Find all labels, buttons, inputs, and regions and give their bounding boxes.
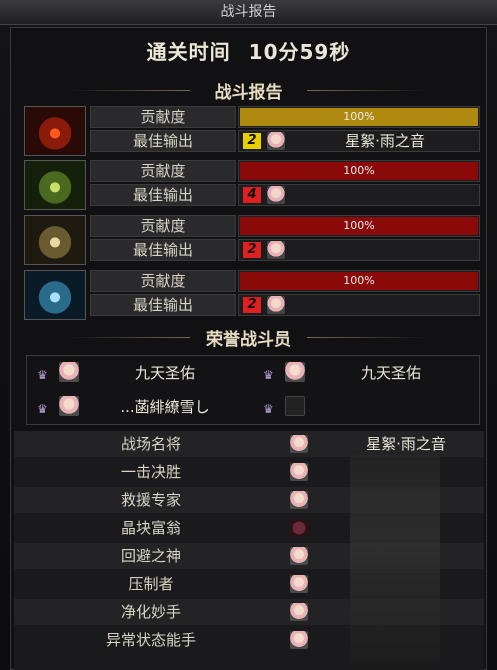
award-title: 战场名将 [120, 435, 181, 453]
player-avatar-icon [290, 631, 308, 649]
award-title: 压制者 [128, 575, 174, 593]
award-title: 一击决胜 [120, 463, 181, 481]
contribution-label: 贡献度 [90, 160, 236, 182]
contribution-label: 贡献度 [90, 215, 236, 237]
player-avatar-icon [290, 575, 308, 593]
clear-time: 通关时间 10分59秒 [0, 36, 497, 66]
contribution-text: 100% [343, 274, 375, 287]
player-avatar-icon [267, 132, 285, 150]
player-avatar-icon [267, 186, 285, 204]
girl-avatar-icon [59, 362, 79, 382]
award-title: 晶块富翁 [120, 519, 181, 537]
player-avatar-icon [290, 547, 308, 565]
contribution-label: 贡献度 [90, 270, 236, 292]
best-output-label: 最佳输出 [90, 130, 236, 152]
censored-area [350, 455, 440, 665]
best-output-player: 星絮·雨之音 [345, 132, 425, 150]
best-output-cell: 2 [238, 239, 480, 261]
player-avatar-icon [290, 603, 308, 621]
crown-icon: ♛ [37, 402, 48, 416]
contribution-bar: 100% [238, 270, 480, 292]
award-title: 净化妙手 [120, 603, 181, 621]
player-avatar-icon [290, 491, 308, 509]
honor-member[interactable]: ♛ [253, 390, 479, 424]
contribution-text: 100% [343, 164, 375, 177]
red-demon-icon [24, 106, 86, 156]
best-output-label: 最佳输出 [90, 184, 236, 206]
blue-demon-icon [24, 270, 86, 320]
rank-badge: 2 [243, 133, 261, 149]
best-output-label: 最佳输出 [90, 239, 236, 261]
award-title: 回避之神 [120, 547, 181, 565]
gold-demon-icon [24, 215, 86, 265]
award-row[interactable]: 战场名将 星絮·雨之音 [14, 431, 484, 457]
clear-time-label: 通关时间 [146, 40, 231, 64]
report-section-title: 战斗报告 [0, 78, 497, 103]
report-row: 贡献度 100% 最佳输出 4 [24, 160, 480, 210]
honor-section-title: 荣誉战斗员 [0, 325, 497, 350]
green-demon-icon [24, 160, 86, 210]
girl-avatar-icon [285, 362, 305, 382]
contribution-bar: 100% [238, 106, 480, 128]
report-row: 贡献度 100% 最佳输出 2 [24, 270, 480, 320]
clear-time-value: 10分59秒 [248, 40, 351, 64]
award-player: 星絮·雨之音 [366, 435, 446, 453]
rank-badge: 4 [243, 187, 261, 203]
rank-badge: 2 [243, 297, 261, 313]
empty-slot-icon [285, 396, 305, 416]
contribution-text: 100% [343, 219, 375, 232]
award-title: 异常状态能手 [105, 631, 196, 649]
crown-icon: ♛ [263, 402, 274, 416]
player-avatar-icon [267, 241, 285, 259]
contribution-bar: 100% [238, 215, 480, 237]
crown-icon: ♛ [37, 368, 48, 382]
contribution-bar: 100% [238, 160, 480, 182]
contribution-label: 贡献度 [90, 106, 236, 128]
best-output-cell: 2 星絮·雨之音 [238, 130, 480, 152]
honor-member-name: 九天圣佑 [360, 364, 421, 382]
best-output-cell: 2 [238, 294, 480, 316]
report-row: 贡献度 100% 最佳输出 2 星絮·雨之音 [24, 106, 480, 156]
report-row: 贡献度 100% 最佳输出 2 [24, 215, 480, 265]
rank-badge: 2 [243, 242, 261, 258]
crown-icon: ♛ [263, 368, 274, 382]
battle-report-window: 战斗报告 通关时间 10分59秒 战斗报告 贡献度 100% 最佳输出 2 星絮·… [0, 0, 497, 670]
girl-avatar-icon [59, 396, 79, 416]
honor-member[interactable]: ♛ 九天圣佑 [253, 356, 479, 390]
contribution-text: 100% [343, 110, 375, 123]
award-title: 救援专家 [120, 491, 181, 509]
player-avatar-icon [267, 296, 285, 314]
player-avatar-icon [290, 519, 308, 537]
player-avatar-icon [290, 463, 308, 481]
honor-box: ♛ 九天圣佑 ♛ 九天圣佑 ♛ ...菡緋繚雪し ♛ [26, 355, 480, 425]
honor-member-name: ...菡緋繚雪し [120, 398, 210, 416]
honor-member[interactable]: ♛ ...菡緋繚雪し [27, 390, 253, 424]
honor-member[interactable]: ♛ 九天圣佑 [27, 356, 253, 390]
best-output-cell: 4 [238, 184, 480, 206]
honor-member-name: 九天圣佑 [134, 364, 195, 382]
best-output-label: 最佳输出 [90, 294, 236, 316]
player-avatar-icon [290, 435, 308, 453]
window-title: 战斗报告 [0, 0, 497, 25]
